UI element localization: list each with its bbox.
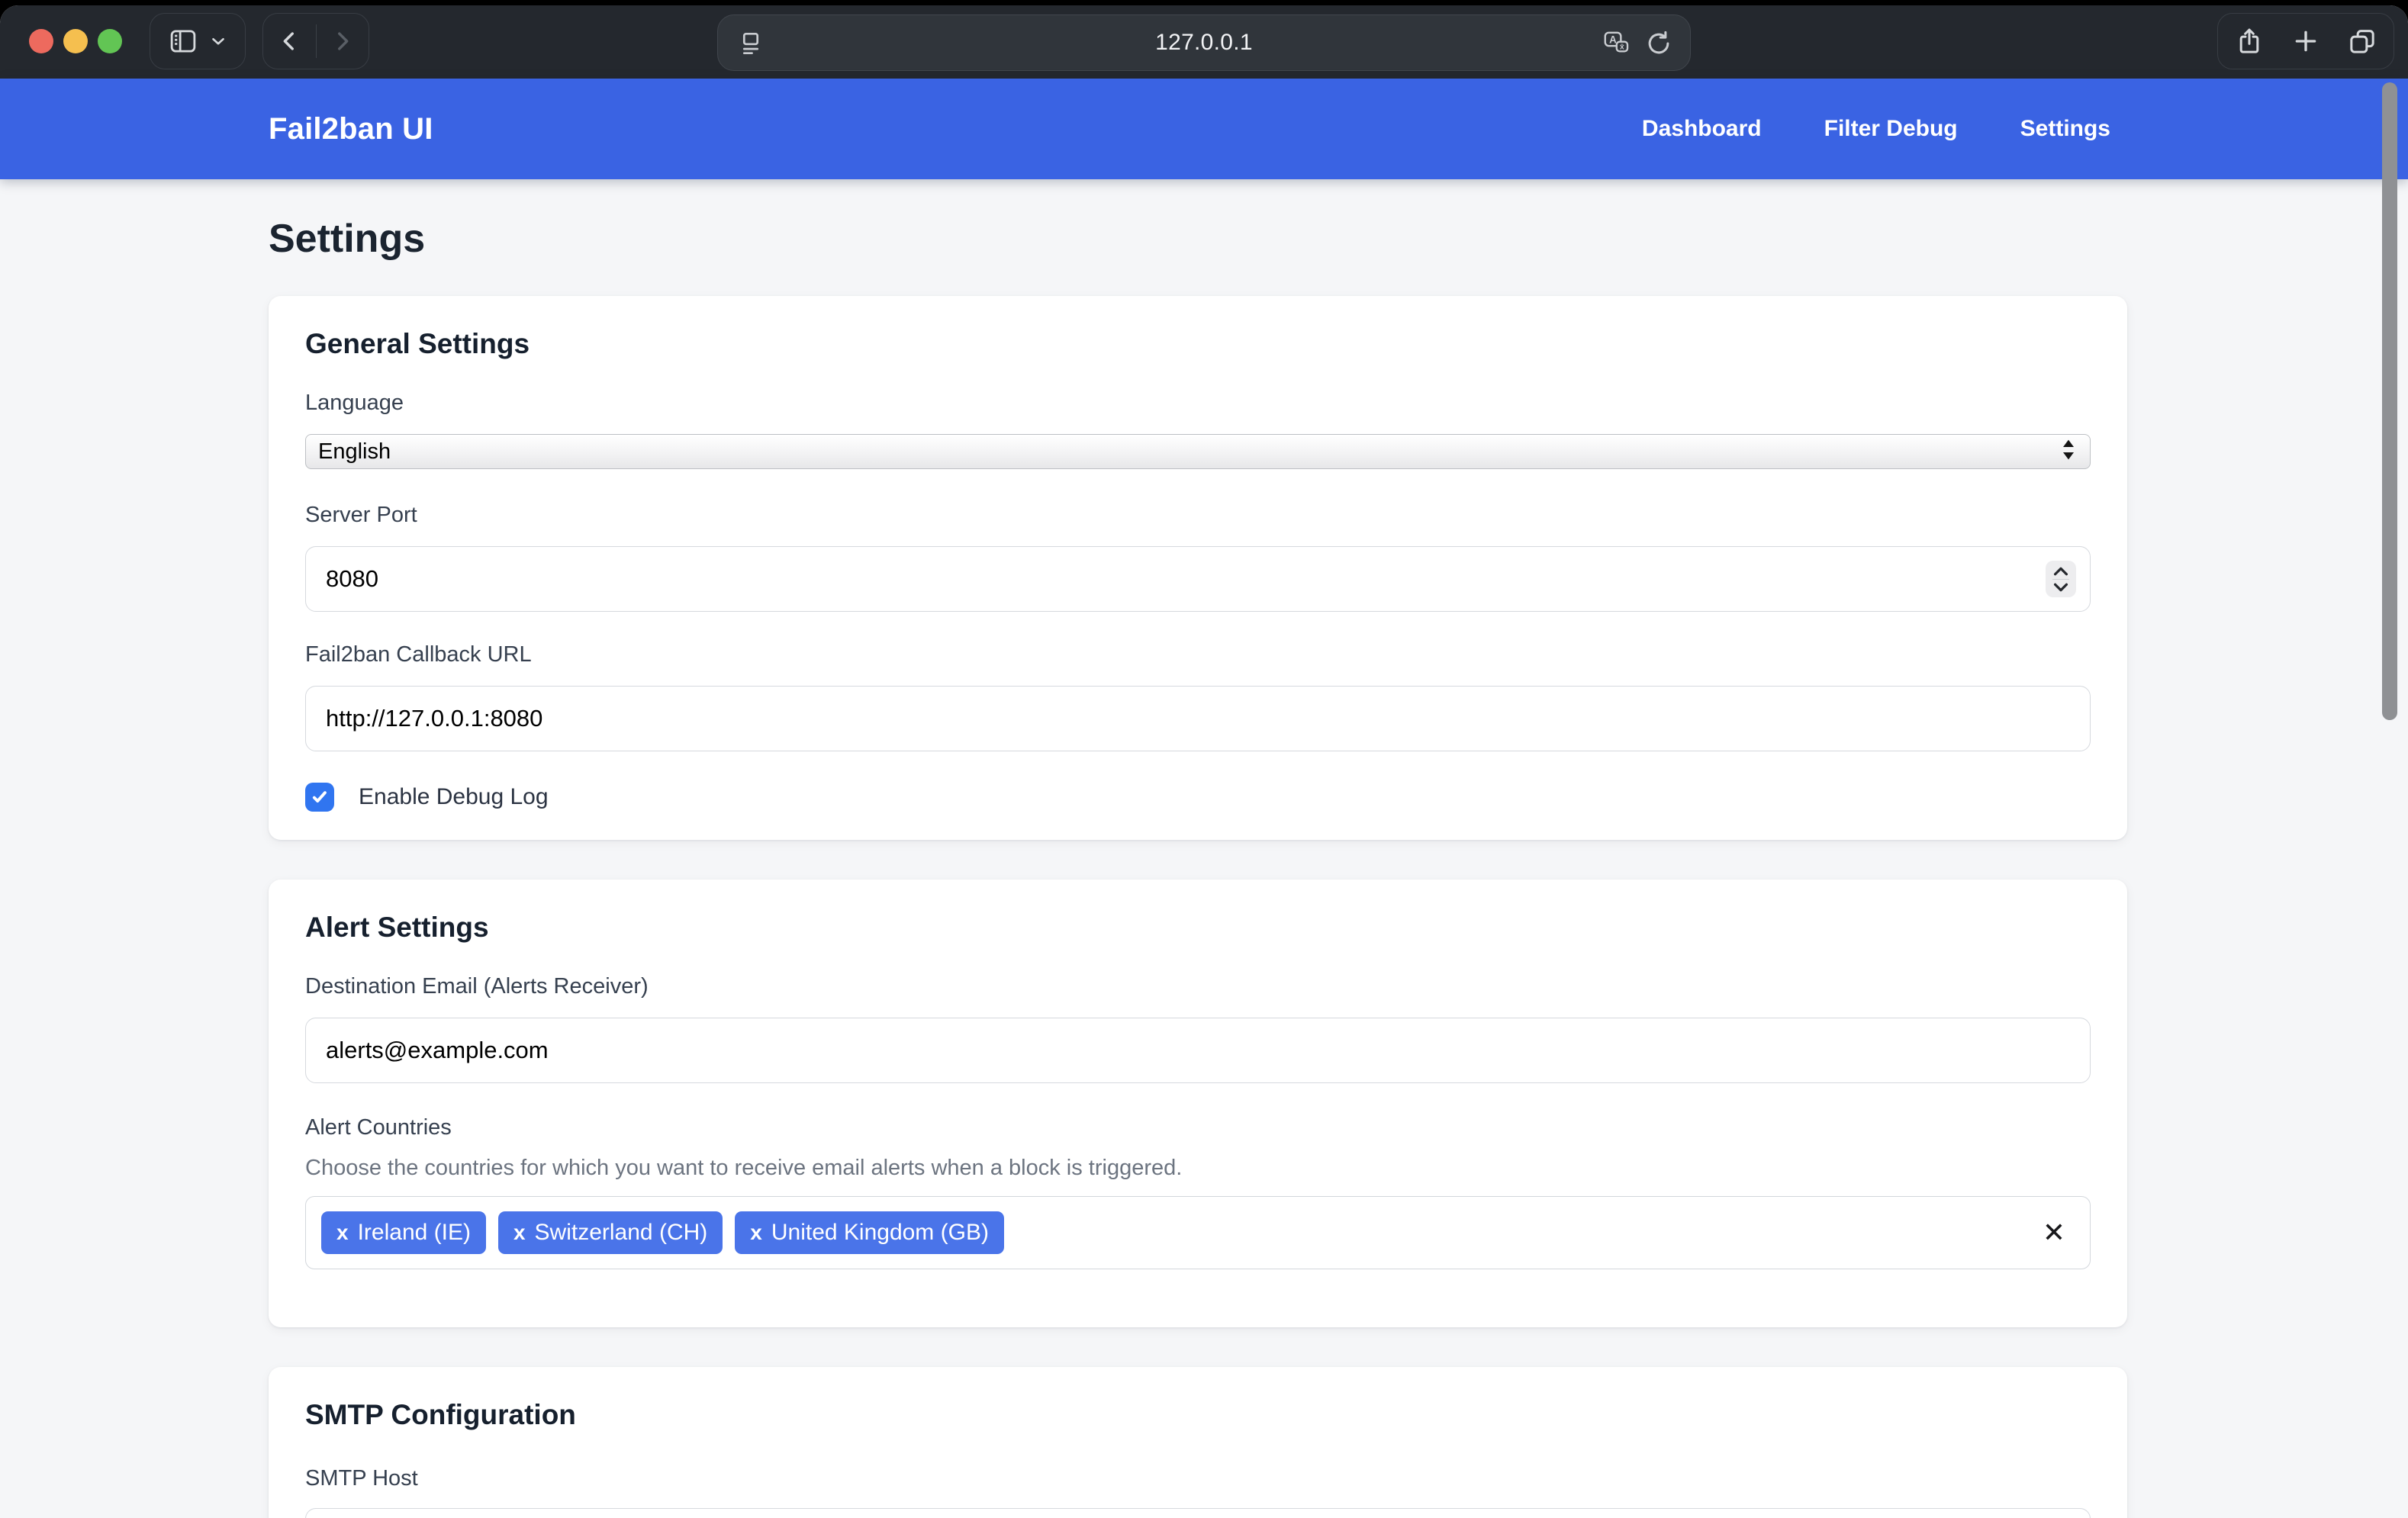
callback-url-input[interactable] [305, 686, 2091, 751]
smtp-host-input[interactable] [305, 1508, 2091, 1518]
debug-log-label[interactable]: Enable Debug Log [359, 784, 549, 810]
sidebar-icon [167, 25, 199, 57]
country-tag-label: United Kingdom (GB) [771, 1220, 989, 1246]
window-close-button[interactable] [29, 29, 53, 53]
app-navbar: Fail2ban UI Dashboard Filter Debug Setti… [0, 79, 2408, 179]
tab-overview-icon[interactable] [2347, 26, 2377, 56]
alert-settings-card: Alert Settings Destination Email (Alerts… [269, 880, 2127, 1327]
scrollbar-thumb[interactable] [2382, 82, 2397, 720]
country-tag[interactable]: x Switzerland (CH) [498, 1211, 723, 1254]
sidebar-toggle-button[interactable] [150, 13, 246, 69]
translate-icon[interactable]: A x̄ [1602, 29, 1631, 62]
app-brand[interactable]: Fail2ban UI [269, 112, 433, 146]
clear-all-tags-button[interactable]: ✕ [2043, 1219, 2065, 1246]
new-tab-icon[interactable] [2290, 26, 2321, 56]
select-arrows-icon [2058, 437, 2079, 467]
address-bar[interactable]: 127.0.0.1 A x̄ [717, 14, 1691, 71]
callback-url-label: Fail2ban Callback URL [305, 642, 2091, 667]
country-tag[interactable]: x United Kingdom (GB) [735, 1211, 1004, 1254]
url-text: 127.0.0.1 [1155, 30, 1253, 56]
nav-links: Dashboard Filter Debug Settings [1642, 116, 2110, 142]
general-settings-card: General Settings Language English Server… [269, 296, 2127, 840]
page-title: Settings [269, 216, 2127, 262]
window-minimize-button[interactable] [63, 29, 88, 53]
alert-settings-heading: Alert Settings [305, 912, 2091, 944]
alert-countries-help: Choose the countries for which you want … [305, 1156, 2091, 1181]
language-select-value: English [318, 439, 391, 465]
debug-log-row: Enable Debug Log [305, 782, 2091, 812]
language-label: Language [305, 391, 2091, 416]
nav-link-settings[interactable]: Settings [2020, 116, 2110, 142]
alert-countries-label: Alert Countries [305, 1115, 2091, 1140]
server-port-input[interactable]: 8080 [305, 546, 2091, 612]
nav-link-dashboard[interactable]: Dashboard [1642, 116, 1762, 142]
number-stepper[interactable] [2046, 561, 2076, 597]
divider [2052, 579, 2069, 580]
destination-email-label: Destination Email (Alerts Receiver) [305, 974, 2091, 999]
server-port-value: 8080 [326, 565, 378, 593]
toolbar-actions-group [2217, 13, 2394, 69]
window-zoom-button[interactable] [98, 29, 122, 53]
svg-text:A: A [1609, 34, 1617, 45]
svg-text:x̄: x̄ [1620, 43, 1624, 52]
nav-link-filter-debug[interactable]: Filter Debug [1824, 116, 1958, 142]
browser-window: 127.0.0.1 A x̄ [0, 5, 2408, 1518]
destination-email-input[interactable] [305, 1018, 2091, 1083]
forward-button[interactable] [317, 14, 369, 69]
chevron-down-icon [208, 31, 228, 51]
smtp-configuration-card: SMTP Configuration SMTP Host [269, 1367, 2127, 1518]
history-nav-group [262, 13, 369, 69]
page-format-icon[interactable] [736, 29, 765, 62]
back-button[interactable] [263, 14, 316, 69]
reload-icon[interactable] [1644, 29, 1673, 62]
browser-toolbar: 127.0.0.1 A x̄ [0, 5, 2408, 79]
remove-tag-icon[interactable]: x [336, 1221, 349, 1245]
country-tag-label: Ireland (IE) [358, 1220, 471, 1246]
smtp-configuration-heading: SMTP Configuration [305, 1399, 2091, 1431]
smtp-host-label: SMTP Host [305, 1466, 2091, 1491]
alert-countries-multiselect[interactable]: x Ireland (IE) x Switzerland (CH) x Unit… [305, 1196, 2091, 1269]
country-tag-label: Switzerland (CH) [535, 1220, 708, 1246]
remove-tag-icon[interactable]: x [750, 1221, 762, 1245]
screen: 127.0.0.1 A x̄ [0, 0, 2408, 1518]
settings-page: Settings General Settings Language Engli… [0, 179, 2127, 1518]
debug-log-checkbox[interactable] [305, 783, 334, 812]
country-tag[interactable]: x Ireland (IE) [321, 1211, 486, 1254]
server-port-label: Server Port [305, 503, 2091, 528]
share-icon[interactable] [2234, 26, 2265, 56]
language-select[interactable]: English [305, 434, 2091, 469]
remove-tag-icon[interactable]: x [513, 1221, 526, 1245]
general-settings-heading: General Settings [305, 328, 2091, 360]
